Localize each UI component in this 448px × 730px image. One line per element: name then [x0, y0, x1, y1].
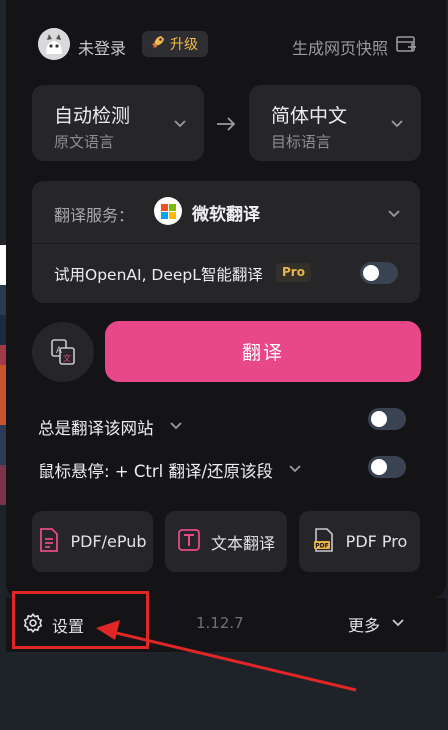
rocket-icon — [150, 34, 166, 54]
translate-button[interactable]: 翻译 — [105, 321, 421, 382]
pdf-file-icon — [38, 527, 60, 557]
svg-text:A: A — [56, 346, 63, 356]
always-translate-label: 总是翻译该网站 — [38, 419, 154, 438]
login-status-text[interactable]: 未登录 — [78, 35, 126, 59]
more-label: 更多 — [348, 616, 381, 635]
target-language-select[interactable]: 简体中文 目标语言 — [249, 85, 421, 161]
pro-badge: Pro — [276, 263, 311, 282]
avatar[interactable] — [38, 28, 70, 60]
translate-mode-button[interactable]: A 文 — [32, 322, 94, 382]
openai-trial-label: 试用OpenAI, DeepL智能翻译 — [54, 266, 263, 284]
more-button[interactable]: 更多 — [348, 612, 406, 636]
background-page-bottom — [6, 652, 448, 730]
pdf-epub-button[interactable]: PDF/ePub — [32, 511, 153, 572]
snapshot-label: 生成网页快照 — [291, 39, 388, 58]
openai-trial-toggle[interactable] — [360, 262, 398, 284]
snapshot-button[interactable]: 生成网页快照 — [292, 33, 418, 61]
translation-service-card: 翻译服务： 微软翻译 试用OpenAI, DeepL智能翻译 Pro — [32, 181, 420, 303]
pdf-pro-button[interactable]: PDF PDF Pro — [299, 511, 420, 572]
hover-translate-toggle[interactable] — [368, 456, 406, 478]
upgrade-label: 升级 — [170, 37, 198, 53]
pdf-epub-label: PDF/ePub — [70, 532, 147, 551]
pdf-pro-icon: PDF — [312, 527, 336, 557]
hover-translate-select[interactable]: 鼠标悬停: + Ctrl 翻译/还原该段 — [38, 458, 303, 482]
chevron-down-icon — [172, 115, 188, 135]
chevron-down-icon — [168, 417, 184, 437]
microsoft-logo-icon — [154, 197, 182, 225]
chevron-down-icon — [390, 614, 406, 634]
always-translate-toggle[interactable] — [368, 408, 406, 430]
openai-trial-row: 试用OpenAI, DeepL智能翻译 Pro — [32, 243, 420, 303]
text-t-icon — [177, 528, 201, 556]
target-language-caption: 目标语言 — [271, 133, 332, 151]
service-value: 微软翻译 — [192, 205, 260, 225]
source-language-select[interactable]: 自动检测 原文语言 — [32, 85, 204, 161]
service-label: 翻译服务： — [54, 206, 135, 225]
always-translate-select[interactable]: 总是翻译该网站 — [38, 415, 184, 439]
svg-text:PDF: PDF — [315, 542, 328, 549]
translation-service-select[interactable]: 翻译服务： 微软翻译 — [32, 181, 420, 244]
upgrade-button[interactable]: 升级 — [142, 31, 208, 57]
popup-header: 未登录 升级 生成网页快照 — [32, 28, 418, 62]
source-language-caption: 原文语言 — [54, 133, 115, 151]
text-translate-button[interactable]: 文本翻译 — [165, 511, 287, 572]
svg-text:文: 文 — [63, 353, 71, 363]
chevron-down-icon — [389, 115, 405, 135]
target-language-value: 简体中文 — [271, 105, 348, 127]
chevron-down-icon — [386, 205, 402, 225]
version-text: 1.12.7 — [196, 614, 244, 632]
annotation-highlight-box — [12, 591, 149, 649]
arrow-right-icon[interactable] — [215, 114, 237, 138]
hover-translate-label: 鼠标悬停: + Ctrl 翻译/还原该段 — [38, 462, 274, 481]
chevron-down-icon — [287, 460, 303, 480]
source-language-value: 自动检测 — [54, 105, 131, 127]
text-translate-label: 文本翻译 — [210, 533, 275, 553]
screenshot-icon — [394, 33, 418, 61]
pdf-pro-label: PDF Pro — [345, 532, 408, 551]
